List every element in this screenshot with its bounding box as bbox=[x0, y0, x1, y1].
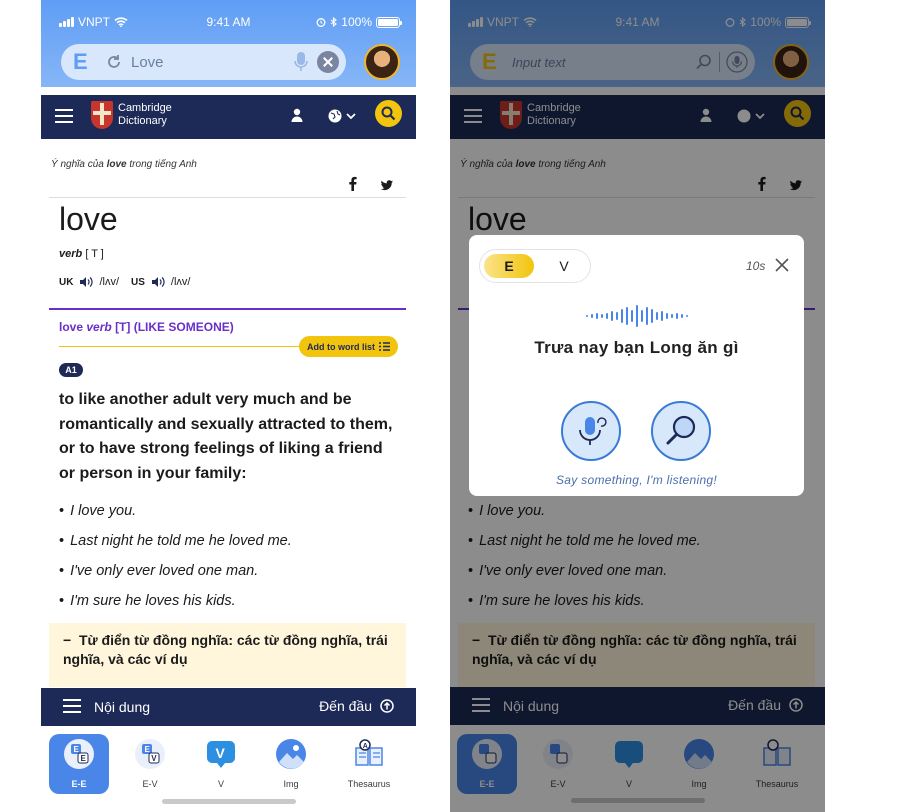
battery-percent: 100% bbox=[341, 15, 372, 29]
refresh-icon[interactable] bbox=[105, 53, 123, 71]
thesaurus-icon: A bbox=[355, 739, 383, 766]
voice-search-button[interactable] bbox=[651, 401, 711, 461]
close-icon[interactable] bbox=[775, 258, 789, 272]
contents-menu-icon[interactable] bbox=[63, 699, 81, 713]
list-icon bbox=[379, 342, 390, 351]
arrow-up-circle-icon bbox=[380, 699, 394, 713]
uk-ipa: /lʌv/ bbox=[99, 276, 120, 288]
part-of-speech: verb [ T ] bbox=[59, 248, 104, 260]
definition-text: to like another adult very much and be r… bbox=[59, 391, 393, 482]
share-icons bbox=[349, 176, 393, 191]
ee-icon: EE bbox=[64, 739, 94, 769]
tab-img[interactable]: Img bbox=[261, 734, 321, 794]
svg-text:E: E bbox=[81, 754, 87, 763]
contents-label[interactable]: Nội dung bbox=[94, 699, 150, 715]
lang-option-v[interactable]: V bbox=[544, 254, 584, 278]
meaning-caption: Ý nghĩa của love trong tiếng Anh bbox=[51, 159, 197, 170]
section-divider bbox=[49, 308, 406, 310]
svg-text:V: V bbox=[151, 754, 157, 763]
example-item: • I love you. bbox=[59, 503, 137, 519]
example-item: • Last night he told me he loved me. bbox=[59, 533, 292, 549]
language-toggle[interactable]: E V bbox=[479, 249, 591, 283]
svg-text:E: E bbox=[74, 745, 80, 754]
us-speaker-icon[interactable] bbox=[151, 276, 165, 288]
menu-icon[interactable] bbox=[55, 109, 73, 123]
image-icon bbox=[276, 739, 306, 769]
cambridge-logo[interactable]: Cambridge Dictionary bbox=[91, 101, 172, 129]
tab-thesaurus[interactable]: A Thesaurus bbox=[339, 734, 399, 794]
voice-record-button[interactable] bbox=[561, 401, 621, 461]
uk-speaker-icon[interactable] bbox=[79, 276, 93, 288]
voice-input-modal: E V 10s Trưa nay bạn Long ăn gì Say some… bbox=[469, 235, 804, 496]
globe-language-icon[interactable] bbox=[327, 108, 357, 124]
svg-text:V: V bbox=[216, 745, 226, 761]
svg-text:A: A bbox=[363, 743, 368, 750]
user-avatar[interactable] bbox=[364, 44, 400, 80]
tab-ev[interactable]: EV E-V bbox=[120, 734, 180, 794]
status-bar: VNPT 9:41 AM 100% bbox=[41, 0, 416, 44]
sense-heading: love verb [T] (LIKE SOMEONE) bbox=[59, 320, 234, 334]
us-ipa: /lʌv/ bbox=[170, 276, 191, 288]
brand-line-2: Dictionary bbox=[118, 115, 167, 127]
cambridge-navbar: Cambridge Dictionary bbox=[41, 95, 416, 139]
clear-search-button[interactable] bbox=[317, 51, 339, 73]
user-icon[interactable] bbox=[291, 108, 303, 122]
minus-icon: − bbox=[63, 632, 79, 648]
example-item: • I'm sure he loves his kids. bbox=[59, 593, 236, 609]
phone-screen-voice-input: VNPT 9:41 AM 100% E Input text Cambridge… bbox=[450, 0, 825, 812]
speech-transcript: Trưa nay bạn Long ăn gì bbox=[534, 338, 739, 357]
pronunciation-row: UK /lʌv/ US /lʌv/ bbox=[59, 276, 190, 288]
back-to-top-button[interactable]: Đến đầu bbox=[319, 698, 394, 714]
add-to-word-list-button[interactable]: Add to word list bbox=[299, 336, 398, 357]
example-item: • I've only ever loved one man. bbox=[59, 563, 259, 579]
headword: love bbox=[59, 201, 118, 237]
battery-icon bbox=[376, 16, 402, 28]
us-label: US bbox=[131, 276, 145, 288]
bluetooth-icon bbox=[330, 16, 338, 27]
microphone-icon[interactable] bbox=[293, 51, 309, 73]
search-bar[interactable]: E Love bbox=[61, 44, 346, 80]
countdown-timer: 10s bbox=[746, 259, 766, 273]
tab-v[interactable]: V V bbox=[191, 734, 251, 794]
alarm-icon bbox=[316, 18, 326, 27]
search-input[interactable]: Love bbox=[131, 54, 293, 71]
svg-text:E: E bbox=[145, 745, 151, 754]
search-header: VNPT 9:41 AM 100% E Love bbox=[41, 0, 416, 87]
twitter-icon[interactable] bbox=[380, 180, 393, 191]
content-bar: Nội dung Đến đầu bbox=[41, 688, 416, 726]
ev-icon: EV bbox=[135, 739, 165, 769]
tab-ee[interactable]: EE E-E bbox=[49, 734, 109, 794]
cambridge-shield-icon bbox=[91, 101, 113, 129]
uk-label: UK bbox=[59, 276, 74, 288]
app-e-logo: E bbox=[73, 49, 88, 74]
search-icon bbox=[381, 106, 396, 121]
home-indicator bbox=[162, 799, 296, 804]
v-icon: V bbox=[207, 741, 235, 768]
lang-option-e[interactable]: E bbox=[484, 254, 534, 278]
dictionary-search-button[interactable] bbox=[375, 100, 402, 127]
sound-wave-icon bbox=[586, 305, 688, 327]
listening-hint: Say something, I'm listening! bbox=[555, 473, 718, 487]
search-icon bbox=[666, 415, 696, 445]
level-badge: A1 bbox=[59, 363, 83, 377]
phone-screen-dictionary: VNPT 9:41 AM 100% E Love Cambridge Dicti… bbox=[41, 0, 416, 812]
sense-underline bbox=[59, 346, 319, 347]
brand-line-1: Cambridge bbox=[118, 102, 172, 114]
facebook-icon[interactable] bbox=[349, 176, 357, 191]
microphone-icon bbox=[579, 417, 607, 445]
divider bbox=[49, 197, 406, 198]
examples-list: • I love you. • Last night he told me he l… bbox=[59, 503, 292, 623]
thesaurus-box[interactable]: − Từ điển từ đồng nghĩa: các từ đồng ngh… bbox=[49, 623, 406, 687]
